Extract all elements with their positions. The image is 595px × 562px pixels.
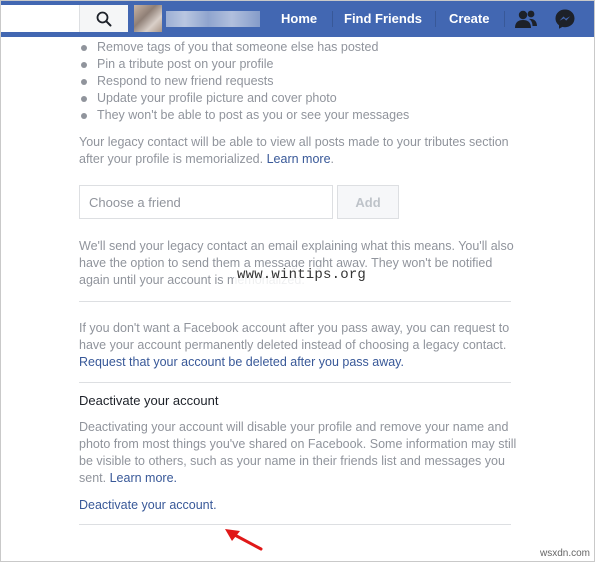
learn-more-link[interactable]: Learn more (267, 152, 331, 166)
choose-friend-input[interactable] (79, 185, 333, 219)
list-item: Update your profile picture and cover ph… (79, 90, 519, 107)
delete-after-death-description: If you don't want a Facebook account aft… (79, 320, 519, 371)
friend-requests-button[interactable] (512, 5, 540, 33)
nav-divider (435, 11, 436, 27)
legacy-contact-permissions: Remove tags of you that someone else has… (79, 39, 519, 124)
corner-watermark: wsxdn.com (539, 548, 590, 559)
nav-home[interactable]: Home (269, 1, 329, 37)
messenger-icon (555, 9, 575, 29)
watermark: www.wintips.org (234, 267, 370, 284)
top-navigation-bar: Home Find Friends Create (1, 1, 594, 37)
divider (79, 524, 511, 525)
search-icon (96, 11, 112, 26)
red-arrow-annotation (225, 529, 263, 551)
list-item: Remove tags of you that someone else has… (79, 39, 519, 56)
period: . (330, 152, 335, 166)
divider (79, 301, 511, 302)
profile-name-blurred (166, 10, 260, 27)
legacy-contact-description: Your legacy contact will be able to view… (79, 134, 519, 168)
messenger-button[interactable] (551, 5, 579, 33)
nav-find-friends[interactable]: Find Friends (332, 1, 434, 37)
deactivate-description: Deactivating your account will disable y… (79, 419, 519, 487)
legacy-contact-email-note: We'll send your legacy contact an email … (79, 238, 519, 289)
add-button[interactable]: Add (337, 185, 399, 219)
nav-divider (504, 11, 505, 27)
friends-icon (515, 10, 537, 28)
deactivate-account-link[interactable]: Deactivate your account. (79, 498, 217, 512)
search-button[interactable] (79, 5, 128, 32)
list-item: Respond to new friend requests (79, 73, 519, 90)
deactivate-learn-more-link[interactable]: Learn more. (110, 471, 177, 485)
nav-create[interactable]: Create (437, 1, 501, 37)
deactivate-section-title: Deactivate your account (79, 393, 219, 408)
profile-link-blurred[interactable] (134, 5, 266, 32)
page-frame: Home Find Friends Create Remove tags of … (0, 0, 595, 562)
list-item: They won't be able to post as you or see… (79, 107, 519, 124)
legacy-contact-picker: Add (79, 185, 519, 221)
search-box[interactable] (1, 5, 128, 32)
list-item: Pin a tribute post on your profile (79, 56, 519, 73)
avatar (134, 5, 162, 32)
memorialization-settings: Remove tags of you that someone else has… (79, 37, 519, 525)
request-deletion-link[interactable]: Request that your account be deleted aft… (79, 355, 404, 369)
delete-after-death-text: If you don't want a Facebook account aft… (79, 321, 510, 352)
divider (79, 382, 511, 383)
